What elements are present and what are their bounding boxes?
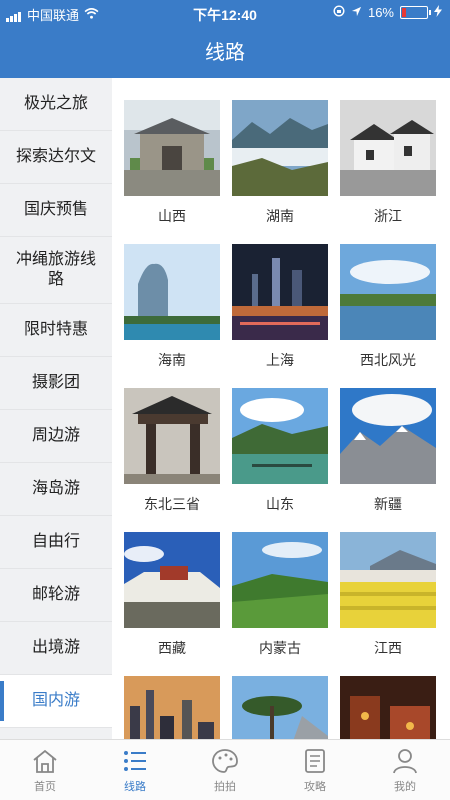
- destination-shandong[interactable]: 山东: [232, 388, 328, 532]
- tab-label: 首页: [34, 781, 56, 793]
- status-bar: 中国联通 下午12:40 16%: [0, 0, 450, 26]
- tab-label: 拍拍: [214, 781, 236, 793]
- sidebar-item-aurora[interactable]: 极光之旅: [0, 78, 112, 131]
- tab-routes[interactable]: 线路: [90, 740, 180, 800]
- app-header: 中国联通 下午12:40 16% 线路: [0, 0, 450, 78]
- sidebar-item-domestic[interactable]: 国内游: [0, 675, 112, 728]
- palette-icon: [212, 749, 238, 773]
- destination-shanghai[interactable]: 上海: [232, 244, 328, 388]
- battery-icon: [400, 6, 431, 19]
- destination-thumbnail: [232, 676, 328, 740]
- tab-guides[interactable]: 攻略: [270, 740, 360, 800]
- destination-thumbnail: [232, 388, 328, 484]
- page-title: 线路: [205, 42, 245, 64]
- destination-tibet[interactable]: 西藏: [124, 532, 220, 676]
- sidebar-item-national-day-presale[interactable]: 国庆预售: [0, 184, 112, 237]
- destination-hainan[interactable]: 海南: [124, 244, 220, 388]
- destination-card[interactable]: [232, 676, 328, 740]
- sidebar-item-darwin[interactable]: 探索达尔文: [0, 131, 112, 184]
- destination-label: 江西: [374, 640, 402, 656]
- destination-inner-mongolia[interactable]: 内蒙古: [232, 532, 328, 676]
- sidebar-item-outbound[interactable]: 出境游: [0, 622, 112, 675]
- destination-grid-panel: 山西 湖南 浙江 海南 上海 西北风光 东北三省 山东 新疆 西藏 内蒙古 江西: [112, 78, 450, 740]
- sidebar-item-okinawa[interactable]: 冲绳旅游线路: [0, 237, 112, 304]
- destination-card[interactable]: [340, 676, 436, 740]
- destination-hunan[interactable]: 湖南: [232, 100, 328, 244]
- destination-label: 山西: [158, 208, 186, 224]
- destination-label: 海南: [158, 352, 186, 368]
- home-icon: [33, 749, 57, 773]
- destination-zhejiang[interactable]: 浙江: [340, 100, 436, 244]
- destination-label: 新疆: [374, 496, 402, 512]
- destination-label: 山东: [266, 496, 294, 512]
- destination-thumbnail: [340, 676, 436, 740]
- tab-label: 线路: [124, 781, 146, 793]
- category-sidebar: 极光之旅 探索达尔文 国庆预售 冲绳旅游线路 限时特惠 摄影团 周边游 海岛游 …: [0, 78, 112, 740]
- destination-shanxi[interactable]: 山西: [124, 100, 220, 244]
- document-icon: [305, 749, 325, 773]
- destination-northwest[interactable]: 西北风光: [340, 244, 436, 388]
- destination-card[interactable]: [124, 676, 220, 740]
- destination-label: 西藏: [158, 640, 186, 656]
- destination-thumbnail: [340, 100, 436, 196]
- destination-label: 东北三省: [144, 496, 200, 512]
- destination-xinjiang[interactable]: 新疆: [340, 388, 436, 532]
- rotation-lock-icon: [333, 5, 345, 20]
- destination-thumbnail: [340, 388, 436, 484]
- tab-label: 我的: [394, 781, 416, 793]
- destination-thumbnail: [124, 388, 220, 484]
- destination-thumbnail: [232, 244, 328, 340]
- sidebar-item-island[interactable]: 海岛游: [0, 463, 112, 516]
- destination-label: 湖南: [266, 208, 294, 224]
- sidebar-item-cruise[interactable]: 邮轮游: [0, 569, 112, 622]
- tab-home[interactable]: 首页: [0, 740, 90, 800]
- destination-thumbnail: [124, 244, 220, 340]
- destination-thumbnail: [124, 676, 220, 740]
- sidebar-item-independent[interactable]: 自由行: [0, 516, 112, 569]
- destination-thumbnail: [124, 100, 220, 196]
- list-icon: [124, 751, 146, 771]
- destination-thumbnail: [340, 244, 436, 340]
- charging-icon: [434, 5, 442, 20]
- destination-label: 西北风光: [360, 352, 416, 368]
- location-icon: [351, 5, 362, 20]
- destination-northeast[interactable]: 东北三省: [124, 388, 220, 532]
- destination-label: 内蒙古: [259, 640, 301, 656]
- sidebar-item-limited-offer[interactable]: 限时特惠: [0, 304, 112, 357]
- bottom-tab-bar: 首页 线路 拍拍 攻略 我的: [0, 739, 450, 800]
- destination-thumbnail: [340, 532, 436, 628]
- destination-thumbnail: [232, 100, 328, 196]
- sidebar-item-photography[interactable]: 摄影团: [0, 357, 112, 410]
- destination-label: 上海: [266, 352, 294, 368]
- destination-thumbnail: [124, 532, 220, 628]
- battery-percent: 16%: [367, 5, 394, 20]
- tab-paipai[interactable]: 拍拍: [180, 740, 270, 800]
- destination-jiangxi[interactable]: 江西: [340, 532, 436, 676]
- tab-profile[interactable]: 我的: [360, 740, 450, 800]
- tab-label: 攻略: [304, 781, 326, 793]
- destination-grid: 山西 湖南 浙江 海南 上海 西北风光 东北三省 山东 新疆 西藏 内蒙古 江西: [124, 100, 444, 740]
- sidebar-item-nearby[interactable]: 周边游: [0, 410, 112, 463]
- destination-label: 浙江: [374, 208, 402, 224]
- destination-thumbnail: [232, 532, 328, 628]
- user-icon: [393, 749, 417, 774]
